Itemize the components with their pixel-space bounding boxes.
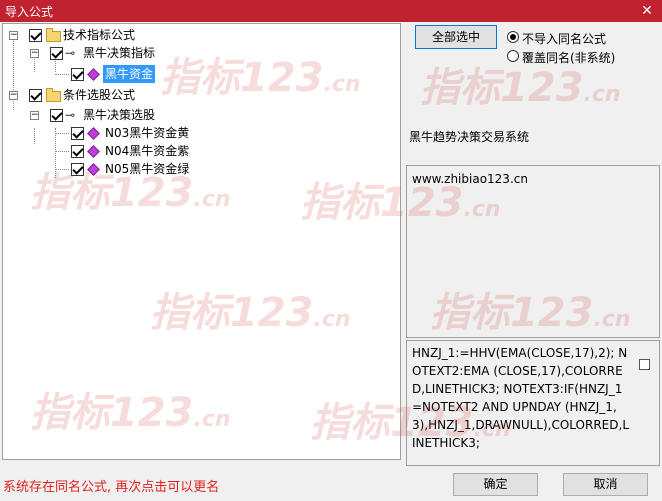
tree-item-n03[interactable]: N03黑牛资金黄 bbox=[3, 124, 393, 142]
tree-item-label: N05黑牛资金绿 bbox=[105, 162, 190, 176]
status-message: 系统存在同名公式, 再次点击可以更名 bbox=[3, 480, 220, 495]
radio-skip-duplicates-label[interactable]: 不导入同名公式 bbox=[522, 30, 606, 47]
collapse-icon[interactable]: − bbox=[9, 31, 18, 40]
checkbox-checked[interactable] bbox=[29, 29, 42, 42]
checkbox-checked[interactable] bbox=[71, 163, 84, 176]
title-bar: 导入公式 ✕ bbox=[0, 0, 662, 22]
checkbox-checked[interactable] bbox=[50, 109, 63, 122]
tree-item-label: N03黑牛资金黄 bbox=[105, 126, 190, 140]
collapse-icon[interactable]: − bbox=[30, 111, 39, 120]
key-icon: ⊸ bbox=[65, 46, 76, 60]
website-text: www.zhibiao123.cn bbox=[412, 172, 528, 186]
formula-tree[interactable]: − 技术指标公式 − ⊸ 黑牛决策指标 黑牛资金 − 条件选股公式 − ⊸ 黑牛… bbox=[2, 23, 401, 460]
radio-overwrite-label[interactable]: 覆盖同名(非系统) bbox=[522, 49, 615, 66]
folder-icon bbox=[46, 88, 61, 102]
tree-item-label: N04黑牛资金紫 bbox=[105, 144, 190, 158]
tree-item-decision-indicators[interactable]: − ⊸ 黑牛决策指标 bbox=[3, 44, 393, 62]
collapse-icon[interactable]: − bbox=[9, 91, 18, 100]
checkbox-checked[interactable] bbox=[71, 68, 84, 81]
close-icon[interactable]: ✕ bbox=[632, 0, 662, 22]
tree-item-tech-indicators[interactable]: − 技术指标公式 bbox=[3, 26, 393, 44]
radio-skip-duplicates[interactable] bbox=[507, 31, 519, 43]
tree-item-stock-screening[interactable]: − 条件选股公式 bbox=[3, 86, 393, 104]
tree-item-label: 技术指标公式 bbox=[63, 28, 136, 42]
tree-item-label: 黑牛决策指标 bbox=[83, 46, 156, 60]
checkbox-checked[interactable] bbox=[29, 89, 42, 102]
window-title: 导入公式 bbox=[5, 5, 54, 19]
tree-item-black-bull-fund[interactable]: 黑牛资金 bbox=[3, 65, 393, 83]
collapse-icon[interactable]: − bbox=[30, 49, 39, 58]
formula-icon bbox=[87, 163, 100, 176]
cancel-button[interactable]: 取消 bbox=[563, 473, 648, 496]
formula-icon bbox=[87, 68, 100, 81]
code-checkbox[interactable] bbox=[639, 359, 650, 370]
formula-icon bbox=[87, 145, 100, 158]
tree-item-label: 黑牛资金 bbox=[103, 65, 156, 83]
radio-overwrite[interactable] bbox=[507, 50, 519, 62]
checkbox-checked[interactable] bbox=[71, 145, 84, 158]
info-panel bbox=[406, 165, 660, 338]
tree-item-n04[interactable]: N04黑牛资金紫 bbox=[3, 142, 393, 160]
select-all-button[interactable]: 全部选中 bbox=[415, 25, 497, 49]
folder-icon bbox=[46, 28, 61, 42]
tree-item-label: 黑牛决策选股 bbox=[83, 108, 156, 122]
checkbox-checked[interactable] bbox=[71, 127, 84, 140]
key-icon: ⊸ bbox=[65, 108, 76, 122]
ok-button[interactable]: 确定 bbox=[453, 473, 538, 496]
tree-item-label: 条件选股公式 bbox=[63, 88, 136, 102]
tree-item-decision-screening[interactable]: − ⊸ 黑牛决策选股 bbox=[3, 106, 393, 124]
formula-icon bbox=[87, 127, 100, 140]
tree-item-n05[interactable]: N05黑牛资金绿 bbox=[3, 160, 393, 178]
checkbox-checked[interactable] bbox=[50, 47, 63, 60]
formula-description: 黑牛趋势决策交易系统 bbox=[409, 130, 530, 144]
formula-code: HNZJ_1:=HHV(EMA(CLOSE,17),2); NOTEXT2:EM… bbox=[412, 346, 630, 450]
